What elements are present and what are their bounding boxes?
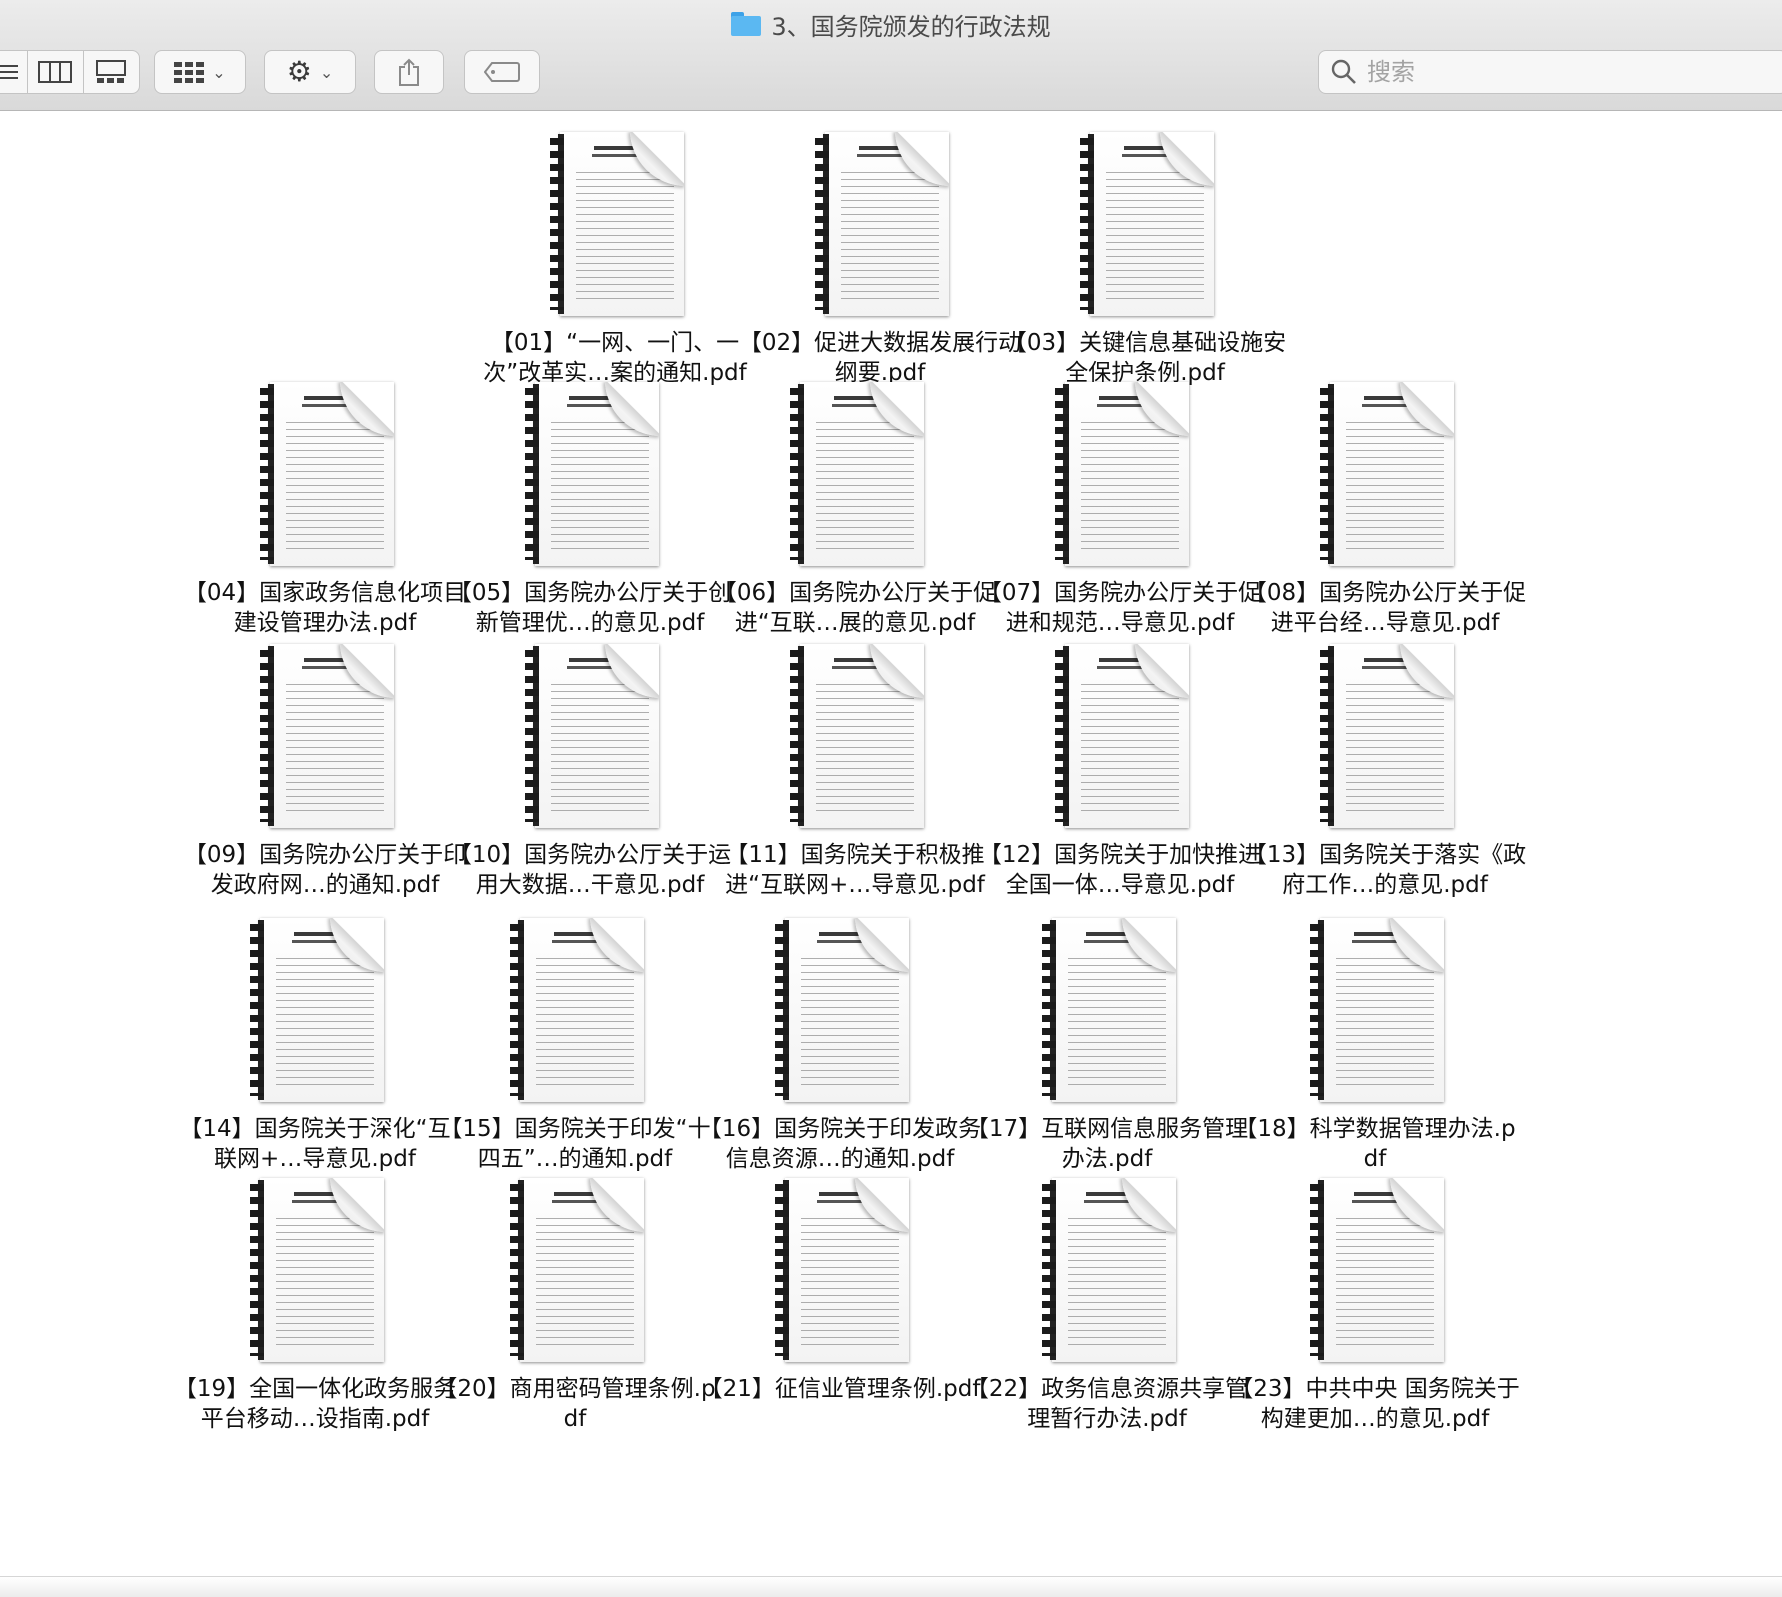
share-icon	[399, 58, 419, 86]
window-title-area: 3、国务院颁发的行政法规	[0, 6, 1782, 42]
pdf-thumbnail-icon[interactable]	[775, 1178, 909, 1362]
pdf-thumbnail-icon[interactable]	[1042, 1178, 1176, 1362]
file-item[interactable]: 【15】国务院关于印发“十四五”…的通知.pdf	[430, 896, 720, 1186]
window-title: 3、国务院颁发的行政法规	[771, 12, 1051, 41]
file-item[interactable]: 【21】征信业管理条例.pdf	[695, 1156, 985, 1446]
pdf-thumbnail-icon[interactable]	[1310, 918, 1444, 1102]
file-item[interactable]: 【10】国务院办公厅关于运用大数据…干意见.pdf	[445, 622, 735, 912]
file-name-label[interactable]: 【10】国务院办公厅关于运用大数据…干意见.pdf	[445, 840, 735, 900]
pdf-thumbnail-icon[interactable]	[775, 918, 909, 1102]
gallery-view-icon	[96, 60, 127, 83]
file-item[interactable]: 【05】国务院办公厅关于创新管理优…的意见.pdf	[445, 360, 735, 650]
file-item[interactable]: 【03】关键信息基础设施安全保护条例.pdf	[1000, 110, 1290, 400]
file-name-label[interactable]: 【11】国务院关于积极推进“互联网+…导意见.pdf	[710, 840, 1000, 900]
file-name-label[interactable]: 【09】国务院办公厅关于印发政府网…的通知.pdf	[180, 840, 470, 900]
file-item[interactable]: 【06】国务院办公厅关于促进“互联…展的意见.pdf	[710, 360, 1000, 650]
file-item[interactable]: 【07】国务院办公厅关于促进和规范…导意见.pdf	[975, 360, 1265, 650]
pdf-thumbnail-icon[interactable]	[1320, 644, 1454, 828]
file-name-label[interactable]: 【20】商用密码管理条例.pdf	[430, 1374, 720, 1434]
pdf-thumbnail-icon[interactable]	[1080, 132, 1214, 316]
file-icon-grid: 【01】“一网、一门、一次”改革实…案的通知.pdf 【02】促进大数据发展行动纲…	[0, 110, 1782, 1596]
file-name-label[interactable]: 【22】政务信息资源共享管理暂行办法.pdf	[962, 1374, 1252, 1434]
file-item[interactable]: 【17】互联网信息服务管理办法.pdf	[962, 896, 1252, 1186]
share-button[interactable]	[374, 50, 444, 94]
pdf-thumbnail-icon[interactable]	[1055, 382, 1189, 566]
file-item[interactable]: 【13】国务院关于落实《政府工作…的意见.pdf	[1240, 622, 1530, 912]
file-name-label[interactable]: 【12】国务院关于加快推进全国一体…导意见.pdf	[975, 840, 1265, 900]
pdf-thumbnail-icon[interactable]	[260, 644, 394, 828]
pdf-thumbnail-icon[interactable]	[550, 132, 684, 316]
file-item[interactable]: 【04】国家政务信息化项目建设管理办法.pdf	[180, 360, 470, 650]
gallery-view-button[interactable]	[84, 51, 139, 93]
file-item[interactable]: 【14】国务院关于深化“互联网+…导意见.pdf	[170, 896, 460, 1186]
folder-icon	[731, 12, 762, 36]
file-name-label[interactable]: 【13】国务院关于落实《政府工作…的意见.pdf	[1240, 840, 1530, 900]
gear-icon: ⚙	[286, 55, 312, 88]
search-field[interactable]	[1318, 50, 1782, 94]
status-bar-edge	[0, 1576, 1782, 1597]
pdf-thumbnail-icon[interactable]	[525, 382, 659, 566]
pdf-thumbnail-icon[interactable]	[510, 918, 644, 1102]
file-item[interactable]: 【18】科学数据管理办法.pdf	[1230, 896, 1520, 1186]
search-input[interactable]	[1365, 57, 1749, 87]
file-item[interactable]: 【08】国务院办公厅关于促进平台经…导意见.pdf	[1240, 360, 1530, 650]
tag-button[interactable]	[464, 50, 540, 94]
search-icon	[1331, 59, 1356, 84]
column-view-icon	[38, 61, 73, 83]
pdf-thumbnail-icon[interactable]	[1310, 1178, 1444, 1362]
tag-icon	[484, 62, 520, 82]
file-item[interactable]: 【02】促进大数据发展行动纲要.pdf	[735, 110, 1025, 400]
column-view-button[interactable]	[28, 51, 84, 93]
pdf-thumbnail-icon[interactable]	[250, 918, 384, 1102]
pdf-thumbnail-icon[interactable]	[250, 1178, 384, 1362]
pdf-thumbnail-icon[interactable]	[525, 644, 659, 828]
group-by-button[interactable]: ⌄	[154, 50, 246, 94]
pdf-thumbnail-icon[interactable]	[1320, 382, 1454, 566]
file-item[interactable]: 【09】国务院办公厅关于印发政府网…的通知.pdf	[180, 622, 470, 912]
view-mode-control	[0, 50, 140, 94]
grid-group-icon	[174, 62, 205, 83]
file-name-label[interactable]: 【23】中共中央 国务院关于构建更加…的意见.pdf	[1230, 1374, 1520, 1434]
chevron-down-icon: ⌄	[212, 62, 226, 82]
file-item[interactable]: 【11】国务院关于积极推进“互联网+…导意见.pdf	[710, 622, 1000, 912]
file-item[interactable]: 【22】政务信息资源共享管理暂行办法.pdf	[962, 1156, 1252, 1446]
pdf-thumbnail-icon[interactable]	[260, 382, 394, 566]
file-name-label[interactable]: 【19】全国一体化政务服务平台移动…设指南.pdf	[170, 1374, 460, 1434]
chevron-down-icon: ⌄	[319, 62, 334, 82]
file-item[interactable]: 【01】“一网、一门、一次”改革实…案的通知.pdf	[470, 110, 760, 400]
pdf-thumbnail-icon[interactable]	[815, 132, 949, 316]
file-item[interactable]: 【12】国务院关于加快推进全国一体…导意见.pdf	[975, 622, 1265, 912]
file-item[interactable]: 【19】全国一体化政务服务平台移动…设指南.pdf	[170, 1156, 460, 1446]
list-view-button[interactable]	[0, 51, 28, 93]
pdf-thumbnail-icon[interactable]	[1042, 918, 1176, 1102]
pdf-thumbnail-icon[interactable]	[1055, 644, 1189, 828]
pdf-thumbnail-icon[interactable]	[790, 382, 924, 566]
window-toolbar: 3、国务院颁发的行政法规 ⌄ ⚙ ⌄	[0, 0, 1782, 111]
pdf-thumbnail-icon[interactable]	[790, 644, 924, 828]
action-menu-button[interactable]: ⚙ ⌄	[264, 50, 356, 94]
list-view-icon	[0, 65, 18, 79]
file-item[interactable]: 【16】国务院关于印发政务信息资源…的通知.pdf	[695, 896, 985, 1186]
file-name-label[interactable]: 【21】征信业管理条例.pdf	[695, 1374, 985, 1404]
file-item[interactable]: 【20】商用密码管理条例.pdf	[430, 1156, 720, 1446]
pdf-thumbnail-icon[interactable]	[510, 1178, 644, 1362]
file-item[interactable]: 【23】中共中央 国务院关于构建更加…的意见.pdf	[1230, 1156, 1520, 1446]
